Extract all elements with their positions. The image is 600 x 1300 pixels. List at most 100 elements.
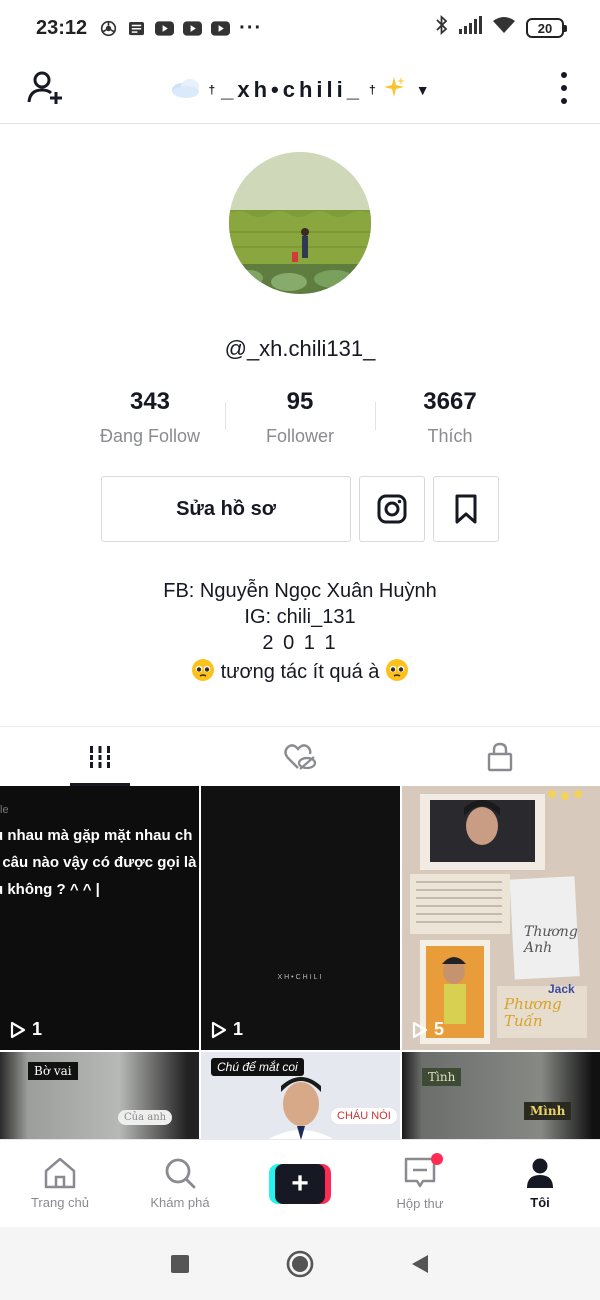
- profile-stats: 343 Đang Follow 95 Follower 3667 Thích: [75, 388, 525, 447]
- profile-actions: Sửa hồ sơ: [101, 476, 499, 542]
- nav-label: Trang chủ: [30, 1195, 90, 1210]
- edit-profile-button[interactable]: Sửa hồ sơ: [101, 476, 351, 542]
- caption-line: u nhau mà gặp mặt nhau ch: [0, 827, 193, 844]
- notification-badge: [431, 1153, 443, 1165]
- collage-text: Phương Tuấn: [504, 995, 562, 1030]
- play-icon: [211, 1021, 227, 1038]
- play-count-value: 1: [233, 1019, 244, 1039]
- create-plus-icon: +: [269, 1163, 331, 1204]
- stat-label: Đang Follow: [99, 426, 201, 446]
- profile-header: † _xh•chili_ † ▼: [0, 56, 600, 124]
- nav-inbox[interactable]: Hộp thư: [360, 1140, 480, 1227]
- watermark-text: XH•CHILI: [277, 974, 324, 981]
- back-triangle-icon: [412, 1254, 428, 1273]
- status-notification-icons: ···: [99, 17, 262, 40]
- battery-level: 20: [537, 20, 553, 36]
- home-system-button[interactable]: [280, 1244, 320, 1284]
- profile-tabs: [0, 726, 600, 786]
- more-options-button[interactable]: [558, 68, 570, 108]
- stat-value: 3667: [423, 388, 477, 415]
- bio-line-with-emoji: tương tác ít quá à: [0, 658, 600, 685]
- followers-stat[interactable]: 95 Follower: [225, 388, 375, 447]
- status-bar: 23:12 ··· 20: [0, 0, 600, 56]
- stat-value: 95: [286, 388, 314, 415]
- account-name: _xh•chili_: [221, 76, 363, 102]
- tile-label: Mình: [524, 1102, 572, 1120]
- video-thumbnail[interactable]: le u nhau mà gặp mặt nhau ch i câu nào v…: [0, 786, 199, 1050]
- liked-hidden-icon: [284, 743, 316, 770]
- profile-icon: [527, 1158, 553, 1188]
- caption-line: u không ? ^ ^ |: [0, 881, 100, 898]
- bio-text: tương tác ít quá à: [220, 661, 380, 683]
- stat-label: Follower: [265, 426, 335, 446]
- pleading-face-emoji: [385, 659, 408, 681]
- add-friends-button[interactable]: [26, 68, 66, 108]
- tile-label: Chú để mắt coi: [211, 1058, 304, 1076]
- video-grid: le u nhau mà gặp mặt nhau ch i câu nào v…: [0, 786, 600, 1140]
- tile-label: Bờ vai: [28, 1062, 78, 1080]
- home-icon: [44, 1157, 76, 1189]
- search-icon: [165, 1158, 196, 1189]
- favorites-button[interactable]: [433, 476, 499, 542]
- play-icon: [412, 1021, 428, 1038]
- bio-line: FB: Nguyễn Ngọc Xuân Huỳnh: [163, 580, 437, 602]
- video-caption-overlay: u nhau mà gặp mặt nhau ch i câu nào vậy …: [0, 822, 196, 903]
- videos-grid-icon: [87, 745, 113, 768]
- instagram-icon: [377, 494, 407, 524]
- signal-icon: [458, 16, 482, 40]
- video-thumbnail[interactable]: Bờ vai Của anh: [0, 1052, 199, 1140]
- video-thumbnail[interactable]: Chú để mắt coi CHÁU NÓI: [201, 1052, 400, 1140]
- tile-label: Tình: [422, 1068, 462, 1086]
- stat-label: Thích: [427, 426, 473, 446]
- profile-username: @_xh.chili131_: [224, 336, 376, 361]
- video-thumbnail[interactable]: Tình Mình: [402, 1052, 600, 1140]
- battery-icon: 20: [526, 18, 567, 38]
- tab-videos[interactable]: [0, 727, 200, 786]
- cloud-emoji: [170, 75, 202, 105]
- avatar-image: [229, 152, 371, 294]
- youtube-icon: [211, 20, 231, 36]
- youtube-icon: [155, 20, 175, 36]
- status-system-icons: 20: [435, 14, 567, 41]
- chevron-down-icon: ▼: [415, 81, 430, 98]
- nav-create[interactable]: +: [240, 1140, 360, 1227]
- more-dot: [561, 84, 567, 91]
- tile-label: le: [0, 804, 9, 816]
- sparkles-emoji: [382, 75, 406, 105]
- video-thumbnail[interactable]: XH•CHILI 1: [201, 786, 400, 1050]
- bio-line: IG: chili_131: [244, 606, 356, 628]
- news-icon: [127, 20, 146, 36]
- video-thumbnail[interactable]: Thương Anh Jack Phương Tuấn 5: [402, 786, 600, 1050]
- more-dot: [561, 98, 567, 105]
- wifi-icon: [492, 16, 516, 40]
- play-count: 1: [10, 1019, 42, 1040]
- tile-label: CHÁU NÓI: [331, 1108, 397, 1124]
- more-dot: [561, 71, 567, 78]
- system-navigation-bar: [0, 1227, 600, 1300]
- bio-line: 2 0 1 1: [262, 632, 338, 654]
- following-stat[interactable]: 343 Đang Follow: [75, 388, 225, 447]
- account-switcher[interactable]: † _xh•chili_ † ▼: [170, 75, 430, 105]
- tab-liked[interactable]: [200, 727, 400, 786]
- recents-button[interactable]: [160, 1244, 200, 1284]
- avatar[interactable]: [229, 152, 371, 294]
- square-icon: [171, 1254, 189, 1273]
- more-notifications-indicator: ···: [239, 16, 263, 39]
- nav-discover[interactable]: Khám phá: [120, 1140, 240, 1227]
- cross-mark: †: [369, 82, 376, 97]
- caption-line: i câu nào vậy có được gọi là: [0, 854, 197, 871]
- instagram-button[interactable]: [359, 476, 425, 542]
- youtube-icon: [183, 20, 203, 36]
- nav-home[interactable]: Trang chủ: [0, 1140, 120, 1227]
- add-user-icon: [27, 71, 62, 104]
- nav-me[interactable]: Tôi: [480, 1140, 600, 1227]
- back-button[interactable]: [400, 1244, 440, 1284]
- tab-private[interactable]: [400, 727, 600, 786]
- play-count-value: 5: [434, 1019, 445, 1039]
- bluetooth-icon: [435, 14, 448, 41]
- play-count: 5: [412, 1019, 444, 1040]
- play-count: 1: [211, 1019, 243, 1040]
- create-plus-sign: +: [275, 1163, 325, 1204]
- likes-stat[interactable]: 3667 Thích: [375, 388, 525, 447]
- nav-label: Hộp thư: [396, 1196, 444, 1211]
